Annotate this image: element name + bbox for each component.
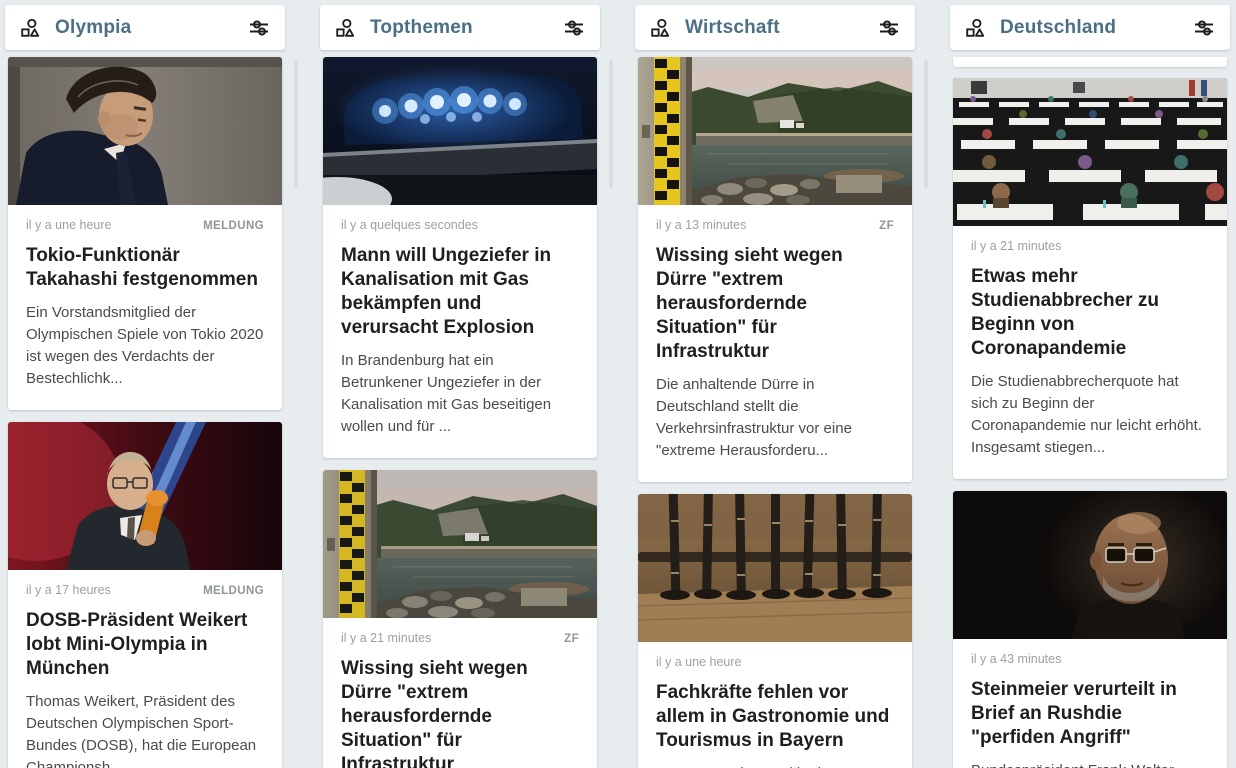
column-feed: il y a 13 minutes ZF Wissing sieht wegen…	[638, 57, 912, 768]
article-image-dosb-president	[8, 422, 282, 570]
article-text: il y a 17 heures MELDUNG DOSB-Präsident …	[8, 570, 282, 768]
article-headline: DOSB-Präsident Weikert lobt Mini-Olympia…	[26, 609, 264, 681]
article-badge: ZF	[564, 633, 579, 645]
column-scrollbar[interactable]	[924, 60, 928, 188]
article-excerpt: In Brandenburg hat ein Betrunkener Ungez…	[341, 350, 579, 438]
article-image-rushdie-portrait	[953, 491, 1227, 639]
article-excerpt: Ein Vorstandsmitglied der Olympischen Sp…	[26, 302, 264, 390]
column-scrollbar[interactable]	[294, 60, 298, 188]
filter-settings-icon[interactable]	[1192, 16, 1216, 40]
article-headline: Wissing sieht wegen Dürre "extrem heraus…	[656, 244, 894, 364]
article-card[interactable]: il y a 21 minutes Etwas mehr Studienabbr…	[953, 78, 1227, 479]
column-header: Wirtschaft	[635, 5, 915, 50]
article-timestamp: il y a une heure	[26, 218, 111, 232]
article-headline: Fachkräfte fehlen vor allem in Gastronom…	[656, 681, 894, 753]
article-timestamp: il y a une heure	[656, 655, 741, 669]
column-header: Topthemen	[320, 5, 600, 50]
column-wirtschaft: Wirtschaft	[635, 5, 915, 763]
article-timestamp: il y a 21 minutes	[971, 239, 1061, 253]
article-text: il y a quelques secondes Mann will Ungez…	[323, 205, 597, 458]
article-text: il y a une heure MELDUNG Tokio-Funktionä…	[8, 205, 282, 410]
filter-settings-icon[interactable]	[562, 16, 586, 40]
column-topthemen: Topthemen	[320, 5, 600, 763]
shapes-category-icon	[19, 17, 41, 39]
article-timestamp: il y a 13 minutes	[656, 218, 746, 232]
column-feed: il y a une heure MELDUNG Tokio-Funktionä…	[8, 57, 282, 768]
article-timestamp: il y a 17 heures	[26, 583, 111, 597]
article-card[interactable]: il y a 13 minutes ZF Wissing sieht wegen…	[638, 57, 912, 482]
article-excerpt: Die anhaltende Dürre in Deutschland stel…	[656, 374, 894, 462]
article-text: il y a 43 minutes Steinmeier verurteilt …	[953, 639, 1227, 768]
article-image-exam-hall	[953, 78, 1227, 226]
article-text: il y a 13 minutes ZF Wissing sieht wegen…	[638, 205, 912, 482]
shapes-category-icon	[964, 17, 986, 39]
article-excerpt: Thomas Weikert, Präsident des Deutschen …	[26, 691, 264, 768]
article-badge: MELDUNG	[203, 585, 264, 597]
column-title: Deutschland	[1000, 17, 1192, 39]
article-timestamp: il y a 21 minutes	[341, 631, 431, 645]
article-badge: ZF	[879, 220, 894, 232]
article-headline: Etwas mehr Studienabbrecher zu Beginn vo…	[971, 265, 1209, 361]
article-card[interactable]: il y a 17 heures MELDUNG DOSB-Präsident …	[8, 422, 282, 768]
shapes-category-icon	[334, 17, 356, 39]
article-card[interactable]: il y a quelques secondes Mann will Ungez…	[323, 57, 597, 458]
article-card[interactable]: il y a 21 minutes ZF Wissing sieht wegen…	[323, 470, 597, 768]
article-image-water-level-gauge	[638, 57, 912, 205]
column-olympia: Olympia	[5, 5, 285, 763]
column-title: Olympia	[55, 17, 247, 39]
article-text: il y a 21 minutes Etwas mehr Studienabbr…	[953, 226, 1227, 479]
article-image-stacked-stools	[638, 494, 912, 642]
article-card[interactable]: il y a une heure Fachkräfte fehlen vor a…	[638, 494, 912, 768]
article-headline: Tokio-Funktionär Takahashi festgenommen	[26, 244, 264, 292]
article-timestamp: il y a quelques secondes	[341, 218, 478, 232]
article-text: il y a 21 minutes ZF Wissing sieht wegen…	[323, 618, 597, 768]
article-card[interactable]: il y a 43 minutes Steinmeier verurteilt …	[953, 491, 1227, 768]
article-excerpt: Die Studienabbrecherquote hat sich zu Be…	[971, 371, 1209, 459]
article-headline: Mann will Ungeziefer in Kanalisation mit…	[341, 244, 579, 340]
article-image-water-level-gauge	[323, 470, 597, 618]
article-card[interactable]: il y a une heure MELDUNG Tokio-Funktionä…	[8, 57, 282, 410]
article-badge: MELDUNG	[203, 220, 264, 232]
article-headline: Steinmeier verurteilt in Brief an Rushdi…	[971, 678, 1209, 750]
column-header: Olympia	[5, 5, 285, 50]
article-excerpt: Bundespräsident Frank-Walter Steinmeier …	[971, 760, 1209, 768]
filter-settings-icon[interactable]	[247, 16, 271, 40]
column-header: Deutschland	[950, 5, 1230, 50]
news-board: Olympia	[0, 0, 1236, 768]
previous-card-bottom-edge[interactable]	[953, 57, 1227, 67]
article-excerpt: Der Personalmangel in der Gastronomie un…	[656, 763, 894, 768]
column-feed: il y a 21 minutes Etwas mehr Studienabbr…	[953, 57, 1227, 768]
column-deutschland: Deutschland	[950, 5, 1230, 763]
article-headline: Wissing sieht wegen Dürre "extrem heraus…	[341, 657, 579, 768]
filter-settings-icon[interactable]	[877, 16, 901, 40]
article-timestamp: il y a 43 minutes	[971, 652, 1061, 666]
column-feed: il y a quelques secondes Mann will Ungez…	[323, 57, 597, 768]
article-text: il y a une heure Fachkräfte fehlen vor a…	[638, 642, 912, 768]
article-image-police-blue-light	[323, 57, 597, 205]
shapes-category-icon	[649, 17, 671, 39]
column-title: Wirtschaft	[685, 17, 877, 39]
article-image-tokyo-official	[8, 57, 282, 205]
column-scrollbar[interactable]	[609, 60, 613, 188]
column-title: Topthemen	[370, 17, 562, 39]
